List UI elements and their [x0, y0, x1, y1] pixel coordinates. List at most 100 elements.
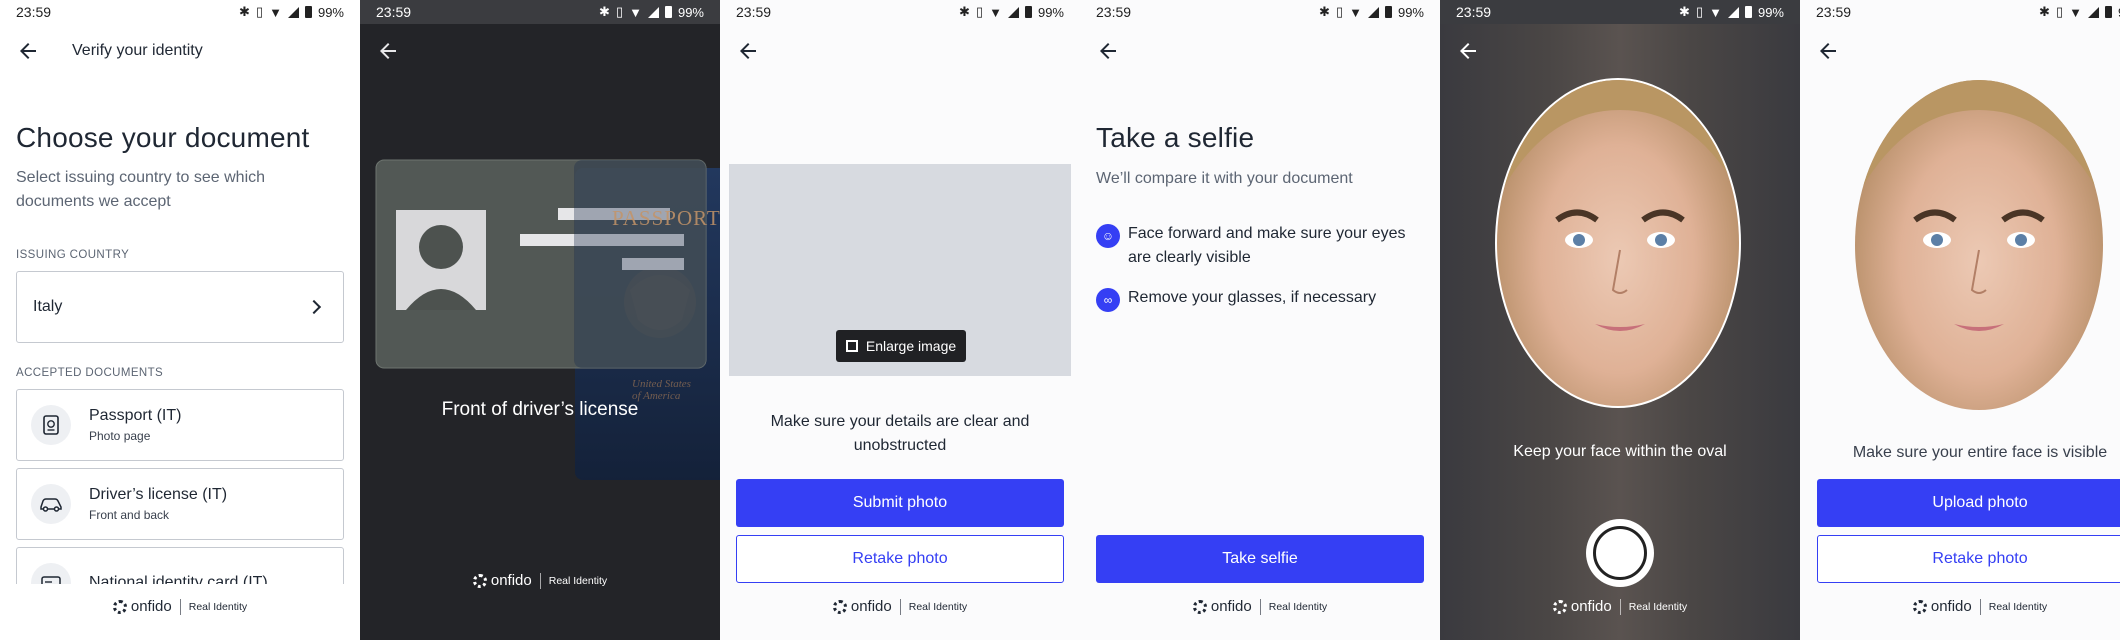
back-button[interactable]: [376, 39, 400, 63]
document-title: Passport (IT): [89, 407, 182, 424]
glasses-icon: ∞: [1096, 288, 1120, 312]
country-selector[interactable]: Italy: [16, 271, 344, 343]
screen-selfie-intro: 23:59 ✱ ▯ ▼ 99% Take a selfie We’ll comp…: [1080, 0, 1440, 640]
selfie-instruction: Keep your face within the oval: [1513, 443, 1727, 460]
document-subtitle: Photo page: [89, 429, 151, 443]
issuing-country-label: ISSUING COUNTRY: [16, 249, 130, 261]
onfido-footer: onfido Real Identity: [360, 572, 720, 589]
upload-photo-button[interactable]: Upload photo: [1817, 479, 2120, 527]
face-oval: [1495, 78, 1741, 408]
nav-title: Verify your identity: [72, 42, 203, 59]
document-title: Driver’s license (IT): [89, 486, 228, 503]
expand-icon: [845, 340, 858, 352]
chevron-right-icon: [306, 299, 322, 315]
status-bar: 23:59 ✱ ▯ ▼ 99%: [720, 0, 1080, 24]
battery-icon: [1744, 6, 1752, 18]
car-icon: [31, 484, 71, 524]
footer-tagline: Real Identity: [1988, 600, 2048, 613]
retake-photo-button[interactable]: Retake photo: [1817, 535, 2120, 583]
arrow-left-icon: [380, 43, 396, 59]
arrow-left-icon: [1460, 43, 1476, 59]
back-button[interactable]: [736, 39, 760, 63]
wifi-icon: ▼: [629, 4, 642, 20]
status-bar: 23:59 ✱ ▯ ▼ 99%: [0, 0, 360, 24]
onfido-logo-icon: [1552, 599, 1567, 614]
status-bar: 23:59 ✱ ▯ ▼ 99%: [360, 0, 720, 24]
vibrate-icon: ▯: [255, 4, 264, 19]
status-time: 23:59: [16, 4, 52, 20]
back-button[interactable]: [1096, 39, 1120, 63]
status-time: 23:59: [1816, 4, 1852, 20]
battery-icon: [2104, 6, 2112, 18]
footer-brand: onfido: [130, 598, 172, 615]
shutter-button[interactable]: [1586, 519, 1654, 587]
onfido-logo-icon: [832, 599, 847, 614]
footer-divider: [539, 572, 541, 589]
enlarge-image-button[interactable]: Enlarge image: [836, 330, 966, 362]
selfie-confirm-instruction: Make sure your entire face is visible: [1852, 444, 2108, 461]
document-option-drivers-license[interactable]: Driver’s license (IT) Front and back: [16, 468, 344, 540]
status-time: 23:59: [376, 4, 412, 20]
battery-icon: [664, 6, 672, 18]
vibrate-icon: ▯: [2055, 4, 2064, 19]
onfido-footer: onfido Real Identity: [1440, 598, 1800, 615]
status-time: 23:59: [1096, 4, 1132, 20]
onfido-logo-icon: [112, 599, 127, 614]
footer-divider: [179, 598, 181, 615]
wifi-icon: ▼: [2069, 4, 2082, 20]
status-bar: 23:59 ✱ ▯ ▼ 99%: [1800, 0, 2120, 24]
screen-document-intro: 23:59 ✱ ▯ ▼ 99% PASSPORT United States o…: [360, 0, 720, 640]
signal-icon: [1007, 6, 1019, 18]
status-bar: 23:59 ✱ ▯ ▼ 99%: [1440, 0, 1800, 24]
battery-icon: [1384, 6, 1392, 18]
vibrate-icon: ▯: [1335, 4, 1344, 19]
tip-face-forward: ☺ Face forward and make sure your eyes a…: [1096, 222, 1426, 270]
footer-brand: onfido: [850, 598, 892, 615]
footer-brand: onfido: [1210, 598, 1252, 615]
footer-divider: [1619, 598, 1621, 615]
footer-brand: onfido: [490, 572, 532, 589]
status-time: 23:59: [1456, 4, 1492, 20]
vibrate-icon: ▯: [615, 4, 624, 19]
battery-percent: 99%: [1397, 4, 1424, 20]
arrow-left-icon: [20, 43, 36, 59]
selfie-photo: [1855, 80, 2103, 331]
signal-icon: [2087, 6, 2099, 18]
document-option-passport[interactable]: Passport (IT) Photo page: [16, 389, 344, 461]
back-button[interactable]: [1456, 39, 1480, 63]
screen-confirm-photo: 23:59 ✱ ▯ ▼ 99% Enlarge image Make sure …: [720, 0, 1080, 640]
submit-photo-button[interactable]: Submit photo: [736, 479, 1064, 527]
page-subtitle: We’ll compare it with your document: [1096, 170, 1353, 187]
footer-tagline: Real Identity: [548, 574, 608, 587]
bluetooth-icon: ✱: [1319, 4, 1330, 19]
photo-instruction: Make sure your details are clear and uno…: [770, 413, 1030, 454]
selfie-preview-oval: [1855, 80, 2103, 410]
onfido-footer: onfido Real Identity: [1080, 598, 1440, 615]
tip-text: Remove your glasses, if necessary: [1128, 289, 1377, 306]
onfido-footer: onfido Real Identity: [1800, 598, 2120, 615]
accepted-documents-label: ACCEPTED DOCUMENTS: [16, 367, 164, 379]
onfido-footer: onfido Real Identity: [720, 598, 1080, 615]
tip-text: Face forward and make sure your eyes are…: [1128, 225, 1406, 266]
take-selfie-button[interactable]: Take selfie: [1096, 535, 1424, 583]
footer-divider: [1259, 598, 1261, 615]
wifi-icon: ▼: [989, 4, 1002, 20]
enlarge-image-label: Enlarge image: [865, 338, 957, 354]
footer-tagline: Real Identity: [188, 600, 248, 613]
back-button[interactable]: [16, 39, 40, 63]
signal-icon: [647, 6, 659, 18]
arrow-left-icon: [1100, 43, 1116, 59]
face-photo: [1497, 80, 1739, 331]
onfido-logo-icon: [1912, 599, 1927, 614]
document-caption: Front of driver’s license: [441, 399, 639, 420]
wifi-icon: ▼: [1709, 4, 1722, 20]
back-button[interactable]: [1816, 39, 1840, 63]
retake-photo-button[interactable]: Retake photo: [736, 535, 1064, 583]
shutter-ring: [1593, 526, 1647, 580]
footer-divider: [1979, 598, 1981, 615]
arrow-left-icon: [740, 43, 756, 59]
page-subtitle: Select issuing country to see which docu…: [16, 169, 266, 210]
signal-icon: [1727, 6, 1739, 18]
battery-percent: 99%: [1757, 4, 1784, 20]
screen-confirm-selfie: 23:59 ✱ ▯ ▼ 99% Make sure your entire fa…: [1800, 0, 2120, 640]
